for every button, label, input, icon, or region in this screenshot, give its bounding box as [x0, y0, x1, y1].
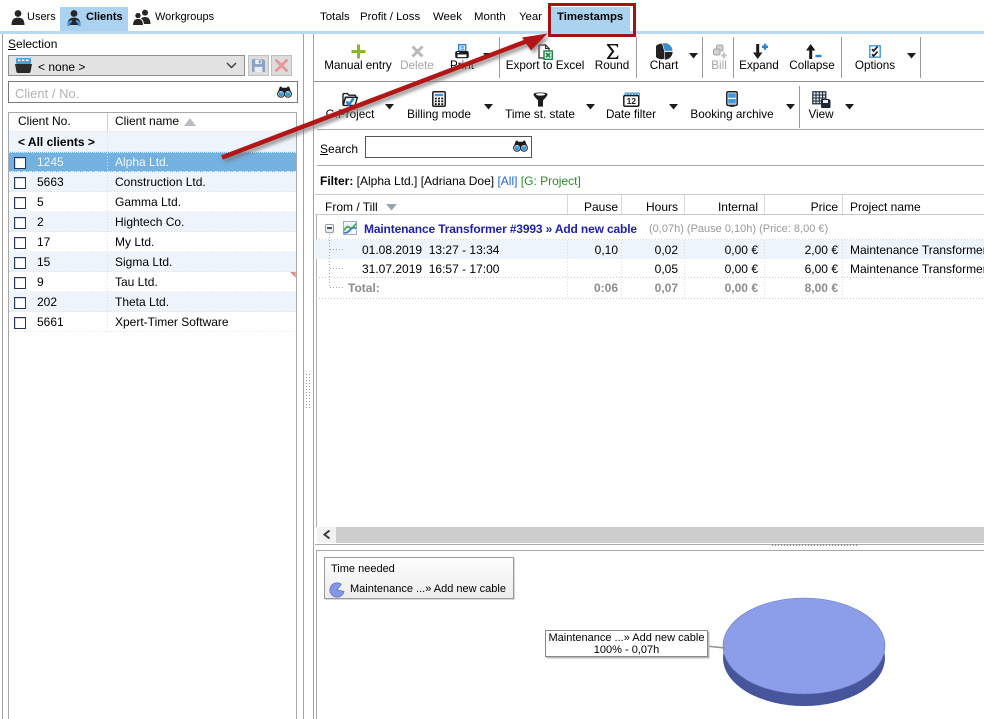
svg-text:12: 12: [626, 96, 636, 106]
